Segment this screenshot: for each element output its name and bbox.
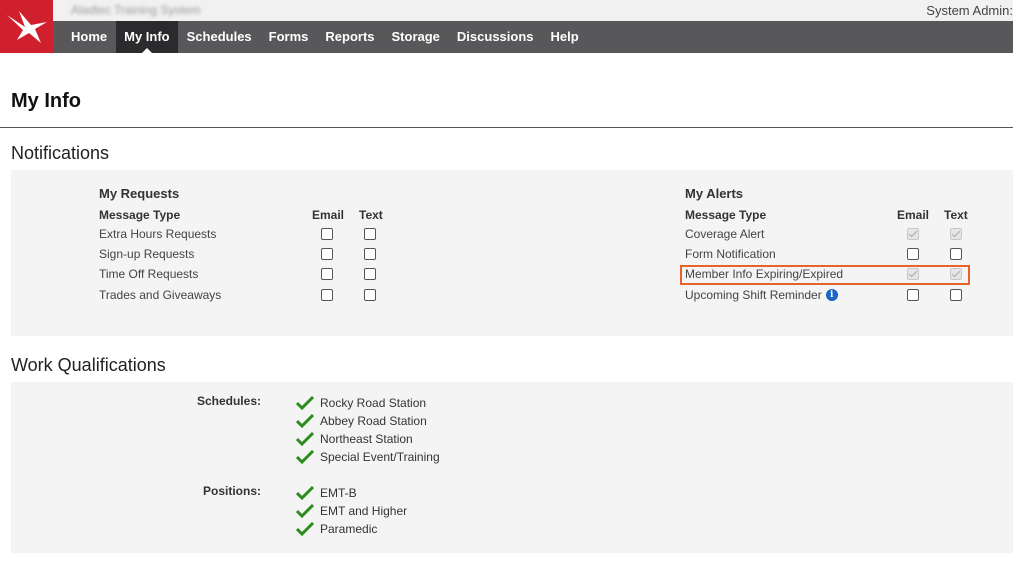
checkmark-icon: [296, 486, 314, 500]
schedule-item: Abbey Road Station: [296, 414, 427, 428]
checkmark-icon: [296, 396, 314, 410]
nav-home[interactable]: Home: [53, 21, 116, 53]
coverage-email-checkbox: [907, 228, 919, 240]
time-off-text-checkbox[interactable]: [364, 268, 376, 280]
checkmark-icon: [296, 414, 314, 428]
notifications-title: Notifications: [11, 143, 110, 163]
extra-hours-email-checkbox[interactable]: [321, 228, 333, 240]
nav-help[interactable]: Help: [542, 21, 587, 53]
alert-label-upcoming-shift: Upcoming Shift Reminder: [685, 288, 822, 302]
member-info-email-checkbox: [907, 268, 919, 280]
my-requests-title: My Requests: [99, 186, 180, 201]
user-label[interactable]: System Admin:: [926, 3, 1013, 18]
info-icon[interactable]: i: [825, 289, 838, 301]
positions-label: Positions:: [202, 484, 261, 498]
schedule-item: Rocky Road Station: [296, 396, 426, 410]
trades-text-checkbox[interactable]: [364, 289, 376, 301]
qualification-label: Abbey Road Station: [320, 414, 427, 428]
schedule-item: Northeast Station: [296, 432, 413, 446]
checkmark-icon: [296, 432, 314, 446]
alert-label-member-info: Member Info Expiring/Expired: [685, 267, 844, 281]
qualification-label: EMT-B: [320, 486, 357, 500]
request-label-extra-hours: Extra Hours Requests: [99, 227, 217, 241]
alerts-col-email: Email: [897, 208, 930, 222]
page-title: My Info: [11, 90, 81, 112]
main-nav: Home My Info Schedules Forms Reports Sto…: [53, 21, 1013, 53]
coverage-text-checkbox: [950, 228, 962, 240]
nav-discussions[interactable]: Discussions: [448, 21, 542, 53]
upcoming-shift-text-checkbox[interactable]: [950, 289, 962, 301]
upcoming-shift-email-checkbox[interactable]: [907, 289, 919, 301]
alerts-col-text: Text: [944, 208, 968, 222]
nav-schedules[interactable]: Schedules: [178, 21, 260, 53]
trades-email-checkbox[interactable]: [321, 289, 333, 301]
app-logo[interactable]: [0, 0, 53, 53]
checkmark-icon: [296, 522, 314, 536]
position-item: EMT-B: [296, 486, 357, 500]
form-notification-text-checkbox[interactable]: [950, 248, 962, 260]
work-qualifications-title: Work Qualifications: [11, 355, 166, 375]
position-item: EMT and Higher: [296, 504, 407, 518]
nav-my-info[interactable]: My Info: [115, 21, 179, 53]
nav-forms[interactable]: Forms: [260, 21, 317, 53]
extra-hours-text-checkbox[interactable]: [364, 228, 376, 240]
request-label-time-off: Time Off Requests: [99, 267, 199, 281]
signup-text-checkbox[interactable]: [364, 248, 376, 260]
qualification-label: Special Event/Training: [320, 450, 440, 464]
nav-reports[interactable]: Reports: [317, 21, 383, 53]
signup-email-checkbox[interactable]: [321, 248, 333, 260]
form-notification-email-checkbox[interactable]: [907, 248, 919, 260]
alerts-col-type: Message Type: [685, 208, 767, 222]
position-item: Paramedic: [296, 522, 377, 536]
alert-label-coverage: Coverage Alert: [685, 227, 765, 241]
checkmark-icon: [296, 504, 314, 518]
time-off-email-checkbox[interactable]: [321, 268, 333, 280]
request-label-signup: Sign-up Requests: [99, 247, 195, 261]
schedules-label: Schedules:: [196, 394, 261, 408]
requests-col-type: Message Type: [99, 208, 181, 222]
my-alerts-title: My Alerts: [685, 186, 744, 201]
qualification-label: Northeast Station: [320, 432, 413, 446]
nav-storage[interactable]: Storage: [383, 21, 448, 53]
qualification-label: Paramedic: [320, 522, 378, 536]
hummingbird-logo-icon: [6, 10, 47, 43]
requests-col-email: Email: [312, 208, 345, 222]
member-info-text-checkbox: [950, 268, 962, 280]
qualification-label: Rocky Road Station: [320, 396, 427, 410]
work-qualifications-panel: Schedules: Rocky Road Station Abbey Road …: [11, 382, 1013, 553]
notifications-panel: My Requests Message Type Email Text Extr…: [11, 170, 1013, 336]
request-label-trades: Trades and Giveaways: [99, 288, 222, 302]
qualification-label: EMT and Higher: [320, 504, 408, 518]
top-bar: Aladtec Training System System Admin:: [53, 0, 1013, 21]
alert-label-form-notification: Form Notification: [685, 247, 776, 261]
checkmark-icon: [296, 450, 314, 464]
schedule-item: Special Event/Training: [296, 450, 440, 464]
requests-col-text: Text: [359, 208, 383, 222]
system-name: Aladtec Training System: [71, 3, 201, 17]
title-divider: [0, 127, 1013, 128]
alert-row-upcoming-shift: Upcoming Shift Reminder i: [685, 288, 838, 302]
